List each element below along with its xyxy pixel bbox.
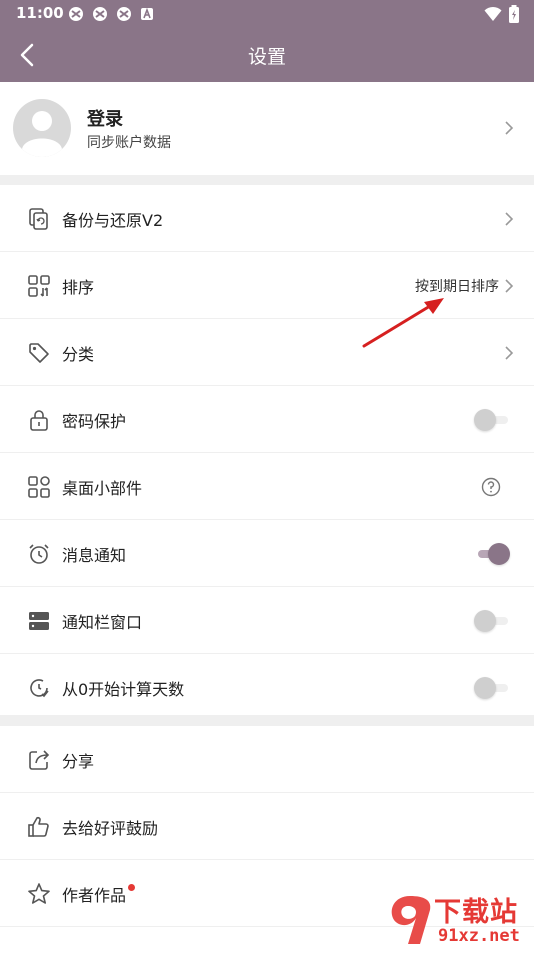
- notification-bar-label: 通知栏窗口: [62, 613, 143, 632]
- default-user-icon: [22, 111, 62, 157]
- lock-icon: [30, 410, 48, 431]
- server-panel-icon: [29, 612, 49, 630]
- section-divider: [0, 716, 534, 726]
- status-right-icons: [484, 5, 520, 23]
- password-protect-row: 密码保护: [0, 386, 534, 453]
- password-protect-label: 密码保护: [62, 412, 127, 431]
- help-question-icon[interactable]: [481, 477, 501, 497]
- sort-row[interactable]: 排序 按到期日排序: [0, 252, 534, 319]
- widgets-icon: [28, 476, 50, 498]
- chevron-right-icon: [505, 279, 514, 293]
- notification-bar-row: 通知栏窗口: [0, 587, 534, 654]
- wifi-icon: [484, 6, 502, 21]
- backup-restore-row[interactable]: 备份与还原V2: [0, 185, 534, 252]
- category-label: 分类: [62, 345, 95, 364]
- section-divider: [0, 175, 534, 185]
- desktop-widget-label: 桌面小部件: [62, 479, 143, 498]
- category-row[interactable]: 分类: [0, 319, 534, 386]
- avatar: [13, 99, 71, 157]
- chevron-right-icon: [505, 346, 514, 360]
- app-notification-icon: [69, 7, 83, 21]
- annotation-arrow: [362, 298, 444, 348]
- count-from-zero-label: 从0开始计算天数: [62, 680, 185, 699]
- app-bar: 设置: [0, 28, 534, 82]
- password-protect-toggle[interactable]: [474, 409, 510, 431]
- share-row[interactable]: 分享: [0, 726, 534, 793]
- rate-row[interactable]: 去给好评鼓励: [0, 793, 534, 860]
- sort-grid-icon: [28, 275, 50, 297]
- count-from-zero-toggle[interactable]: [474, 677, 510, 699]
- chevron-right-icon: [505, 121, 514, 135]
- share-label: 分享: [62, 752, 95, 771]
- login-subtitle: 同步账户数据: [87, 135, 171, 151]
- chevron-right-icon: [505, 212, 514, 226]
- notification-bar-toggle[interactable]: [474, 610, 510, 632]
- login-title: 登录: [87, 109, 123, 130]
- clock-check-icon: [30, 679, 49, 698]
- author-works-label: 作者作品: [62, 882, 136, 906]
- battery-icon: [509, 5, 519, 23]
- app-notification-icon: [117, 7, 131, 21]
- backup-restore-label: 备份与还原V2: [62, 211, 164, 230]
- status-bar: 11:00: [0, 0, 534, 28]
- backup-restore-icon: [29, 208, 48, 230]
- sort-label: 排序: [62, 278, 95, 297]
- alarm-clock-icon: [29, 544, 49, 564]
- app-notification-icon: [93, 7, 107, 21]
- keyboard-a-icon: [141, 7, 153, 20]
- status-time: 11:00: [16, 4, 64, 22]
- count-from-zero-row: 从0开始计算天数: [0, 654, 534, 716]
- new-badge-dot: [128, 884, 136, 891]
- login-profile-row[interactable]: 登录 同步账户数据: [0, 82, 534, 175]
- notification-label: 消息通知: [62, 546, 127, 565]
- page-title: 设置: [247, 46, 286, 68]
- notification-toggle[interactable]: [474, 543, 510, 565]
- tag-icon: [29, 343, 49, 363]
- watermark-title: 下载站: [434, 897, 518, 928]
- star-icon: [28, 883, 50, 904]
- rate-label: 去给好评鼓励: [62, 819, 159, 838]
- status-notification-icons: [68, 6, 154, 22]
- watermark-site: 91xz.net: [438, 926, 520, 946]
- thumbs-up-icon: [28, 816, 49, 837]
- desktop-widget-row[interactable]: 桌面小部件: [0, 453, 534, 520]
- notification-row: 消息通知: [0, 520, 534, 587]
- share-icon: [29, 750, 50, 770]
- watermark-logo: 下载站 91xz.net: [380, 888, 534, 950]
